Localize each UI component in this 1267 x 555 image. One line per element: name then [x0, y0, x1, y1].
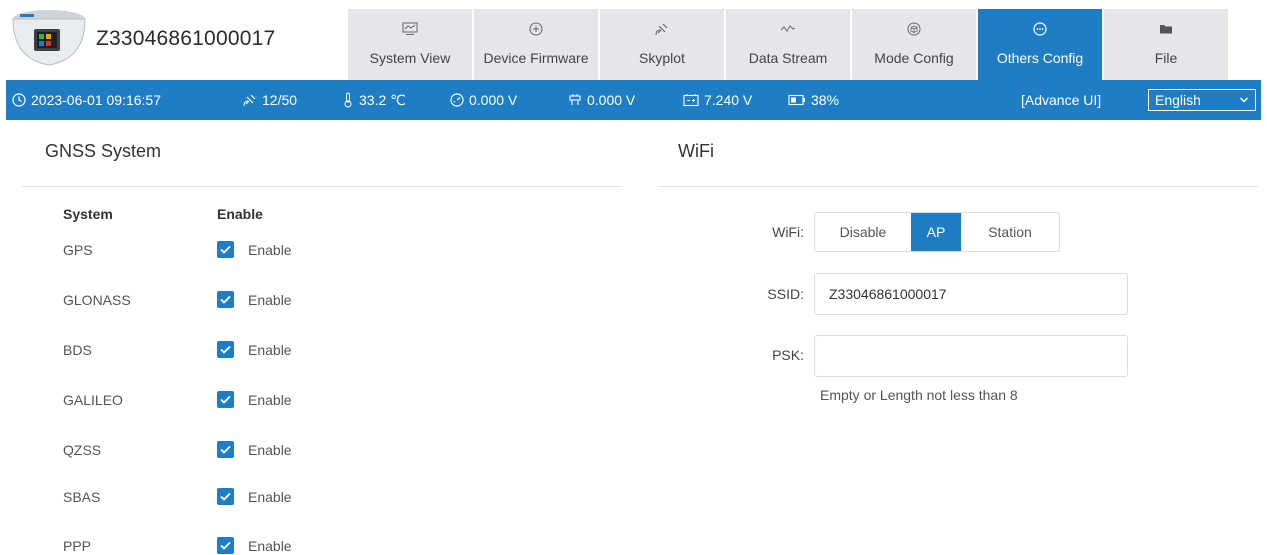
gnss-enable-checkbox[interactable]: Enable	[217, 488, 292, 505]
gnss-system-name: GLONASS	[63, 292, 131, 308]
voltage3-value: 7.240 V	[704, 92, 753, 108]
battery-icon	[788, 94, 805, 106]
satellite-icon	[243, 94, 256, 107]
voltage2-value: 0.000 V	[587, 92, 636, 108]
psk-input[interactable]	[814, 335, 1128, 377]
battery-value: 38%	[811, 92, 840, 108]
wifi-mode-station-button[interactable]: Station	[961, 213, 1059, 251]
language-select[interactable]: English	[1148, 89, 1256, 111]
tab-others-config[interactable]: Others Config	[978, 9, 1102, 80]
tab-label: Device Firmware	[483, 50, 589, 66]
gnss-enable-checkbox[interactable]: Enable	[217, 291, 292, 308]
gnss-system-name: SBAS	[63, 489, 101, 505]
checkmark-icon	[217, 488, 234, 505]
gnss-receiver-image	[12, 10, 86, 66]
checkmark-icon	[217, 241, 234, 258]
tab-label: Skyplot	[639, 50, 685, 66]
enable-label: Enable	[248, 441, 292, 458]
clock-icon	[12, 93, 26, 107]
checkmark-icon	[217, 341, 234, 358]
psk-label: PSK:	[772, 347, 804, 363]
tab-system-view[interactable]: System View	[348, 9, 472, 80]
gnss-divider	[22, 186, 622, 187]
satellite-icon	[652, 20, 672, 38]
monitor-icon	[400, 20, 420, 38]
ssid-input[interactable]	[814, 273, 1128, 315]
wifi-divider	[658, 186, 1258, 187]
status-battery: 38%	[788, 80, 839, 120]
tab-label: File	[1154, 50, 1178, 66]
circle-plus-icon	[526, 20, 546, 38]
gnss-enable-checkbox[interactable]: Enable	[217, 241, 292, 258]
status-bar: 2023-06-01 09:16:57 12/50 33.2 ℃ 0.000 V…	[6, 80, 1261, 120]
wifi-section-title: WiFi	[678, 141, 714, 161]
tab-file[interactable]: File	[1104, 9, 1228, 80]
tab-skyplot[interactable]: Skyplot	[600, 9, 724, 80]
advance-ui-link[interactable]: [Advance UI]	[1021, 80, 1101, 120]
gauge-icon	[450, 93, 464, 107]
gnss-enable-checkbox[interactable]: Enable	[217, 441, 292, 458]
enable-label: Enable	[248, 488, 292, 505]
status-satellites: 12/50	[243, 80, 297, 120]
battery-box-icon	[683, 94, 699, 107]
device-serial: Z33046861000017	[96, 27, 276, 50]
status-datetime: 2023-06-01 09:16:57	[12, 80, 161, 120]
wifi-mode-label: WiFi:	[772, 224, 804, 240]
system-column-header: System	[63, 206, 113, 222]
enable-label: Enable	[248, 241, 292, 258]
wifi-mode-selector: Disable AP Station	[814, 212, 1060, 252]
thermometer-icon	[344, 92, 352, 108]
tab-mode-config[interactable]: Mode Config	[852, 9, 976, 80]
plug-icon	[569, 94, 581, 105]
language-value: English	[1155, 92, 1201, 108]
gnss-system-name: QZSS	[63, 442, 102, 458]
enable-label: Enable	[248, 341, 292, 358]
tab-label: Data Stream	[748, 50, 828, 66]
datetime-value: 2023-06-01 09:16:57	[31, 92, 161, 108]
main-tabs: System View Device Firmware Skyplot Data…	[348, 9, 1228, 80]
ellipsis-circle-icon	[1030, 20, 1050, 38]
chevron-down-icon	[1239, 97, 1249, 103]
tab-label: Mode Config	[874, 50, 954, 66]
app-header: Z33046861000017 System View Device Firmw…	[0, 0, 1267, 80]
gnss-system-name: PPP	[63, 538, 92, 554]
folder-icon	[1156, 20, 1176, 38]
status-voltage-2: 0.000 V	[568, 80, 635, 120]
checkmark-icon	[217, 291, 234, 308]
status-voltage-1: 0.000 V	[450, 80, 517, 120]
wave-icon	[778, 20, 798, 38]
satellites-value: 12/50	[262, 92, 298, 108]
psk-hint: Empty or Length not less than 8	[820, 387, 1018, 403]
status-voltage-3: 7.240 V	[683, 80, 752, 120]
wifi-mode-disable-button[interactable]: Disable	[815, 213, 911, 251]
tab-label: Others Config	[996, 50, 1084, 66]
enable-label: Enable	[248, 291, 292, 308]
gnss-enable-checkbox[interactable]: Enable	[217, 537, 292, 554]
ssid-label: SSID:	[767, 286, 804, 302]
enable-column-header: Enable	[217, 206, 263, 222]
gnss-enable-checkbox[interactable]: Enable	[217, 341, 292, 358]
checkmark-icon	[217, 441, 234, 458]
voltage1-value: 0.000 V	[469, 92, 518, 108]
checkmark-icon	[217, 391, 234, 408]
checkmark-icon	[217, 537, 234, 554]
wifi-mode-ap-button[interactable]: AP	[911, 213, 961, 251]
tab-data-stream[interactable]: Data Stream	[726, 9, 850, 80]
enable-label: Enable	[248, 391, 292, 408]
enable-label: Enable	[248, 537, 292, 554]
gnss-system-name: GPS	[63, 242, 93, 258]
tab-device-firmware[interactable]: Device Firmware	[474, 9, 598, 80]
tab-label: System View	[369, 50, 451, 66]
temperature-value: 33.2 ℃	[359, 91, 406, 108]
gnss-section-title: GNSS System	[45, 141, 162, 161]
gnss-enable-checkbox[interactable]: Enable	[217, 391, 292, 408]
cube-icon	[904, 20, 924, 38]
gnss-system-name: BDS	[63, 342, 92, 358]
status-temperature: 33.2 ℃	[342, 80, 406, 120]
gnss-system-name: GALILEO	[63, 392, 123, 408]
